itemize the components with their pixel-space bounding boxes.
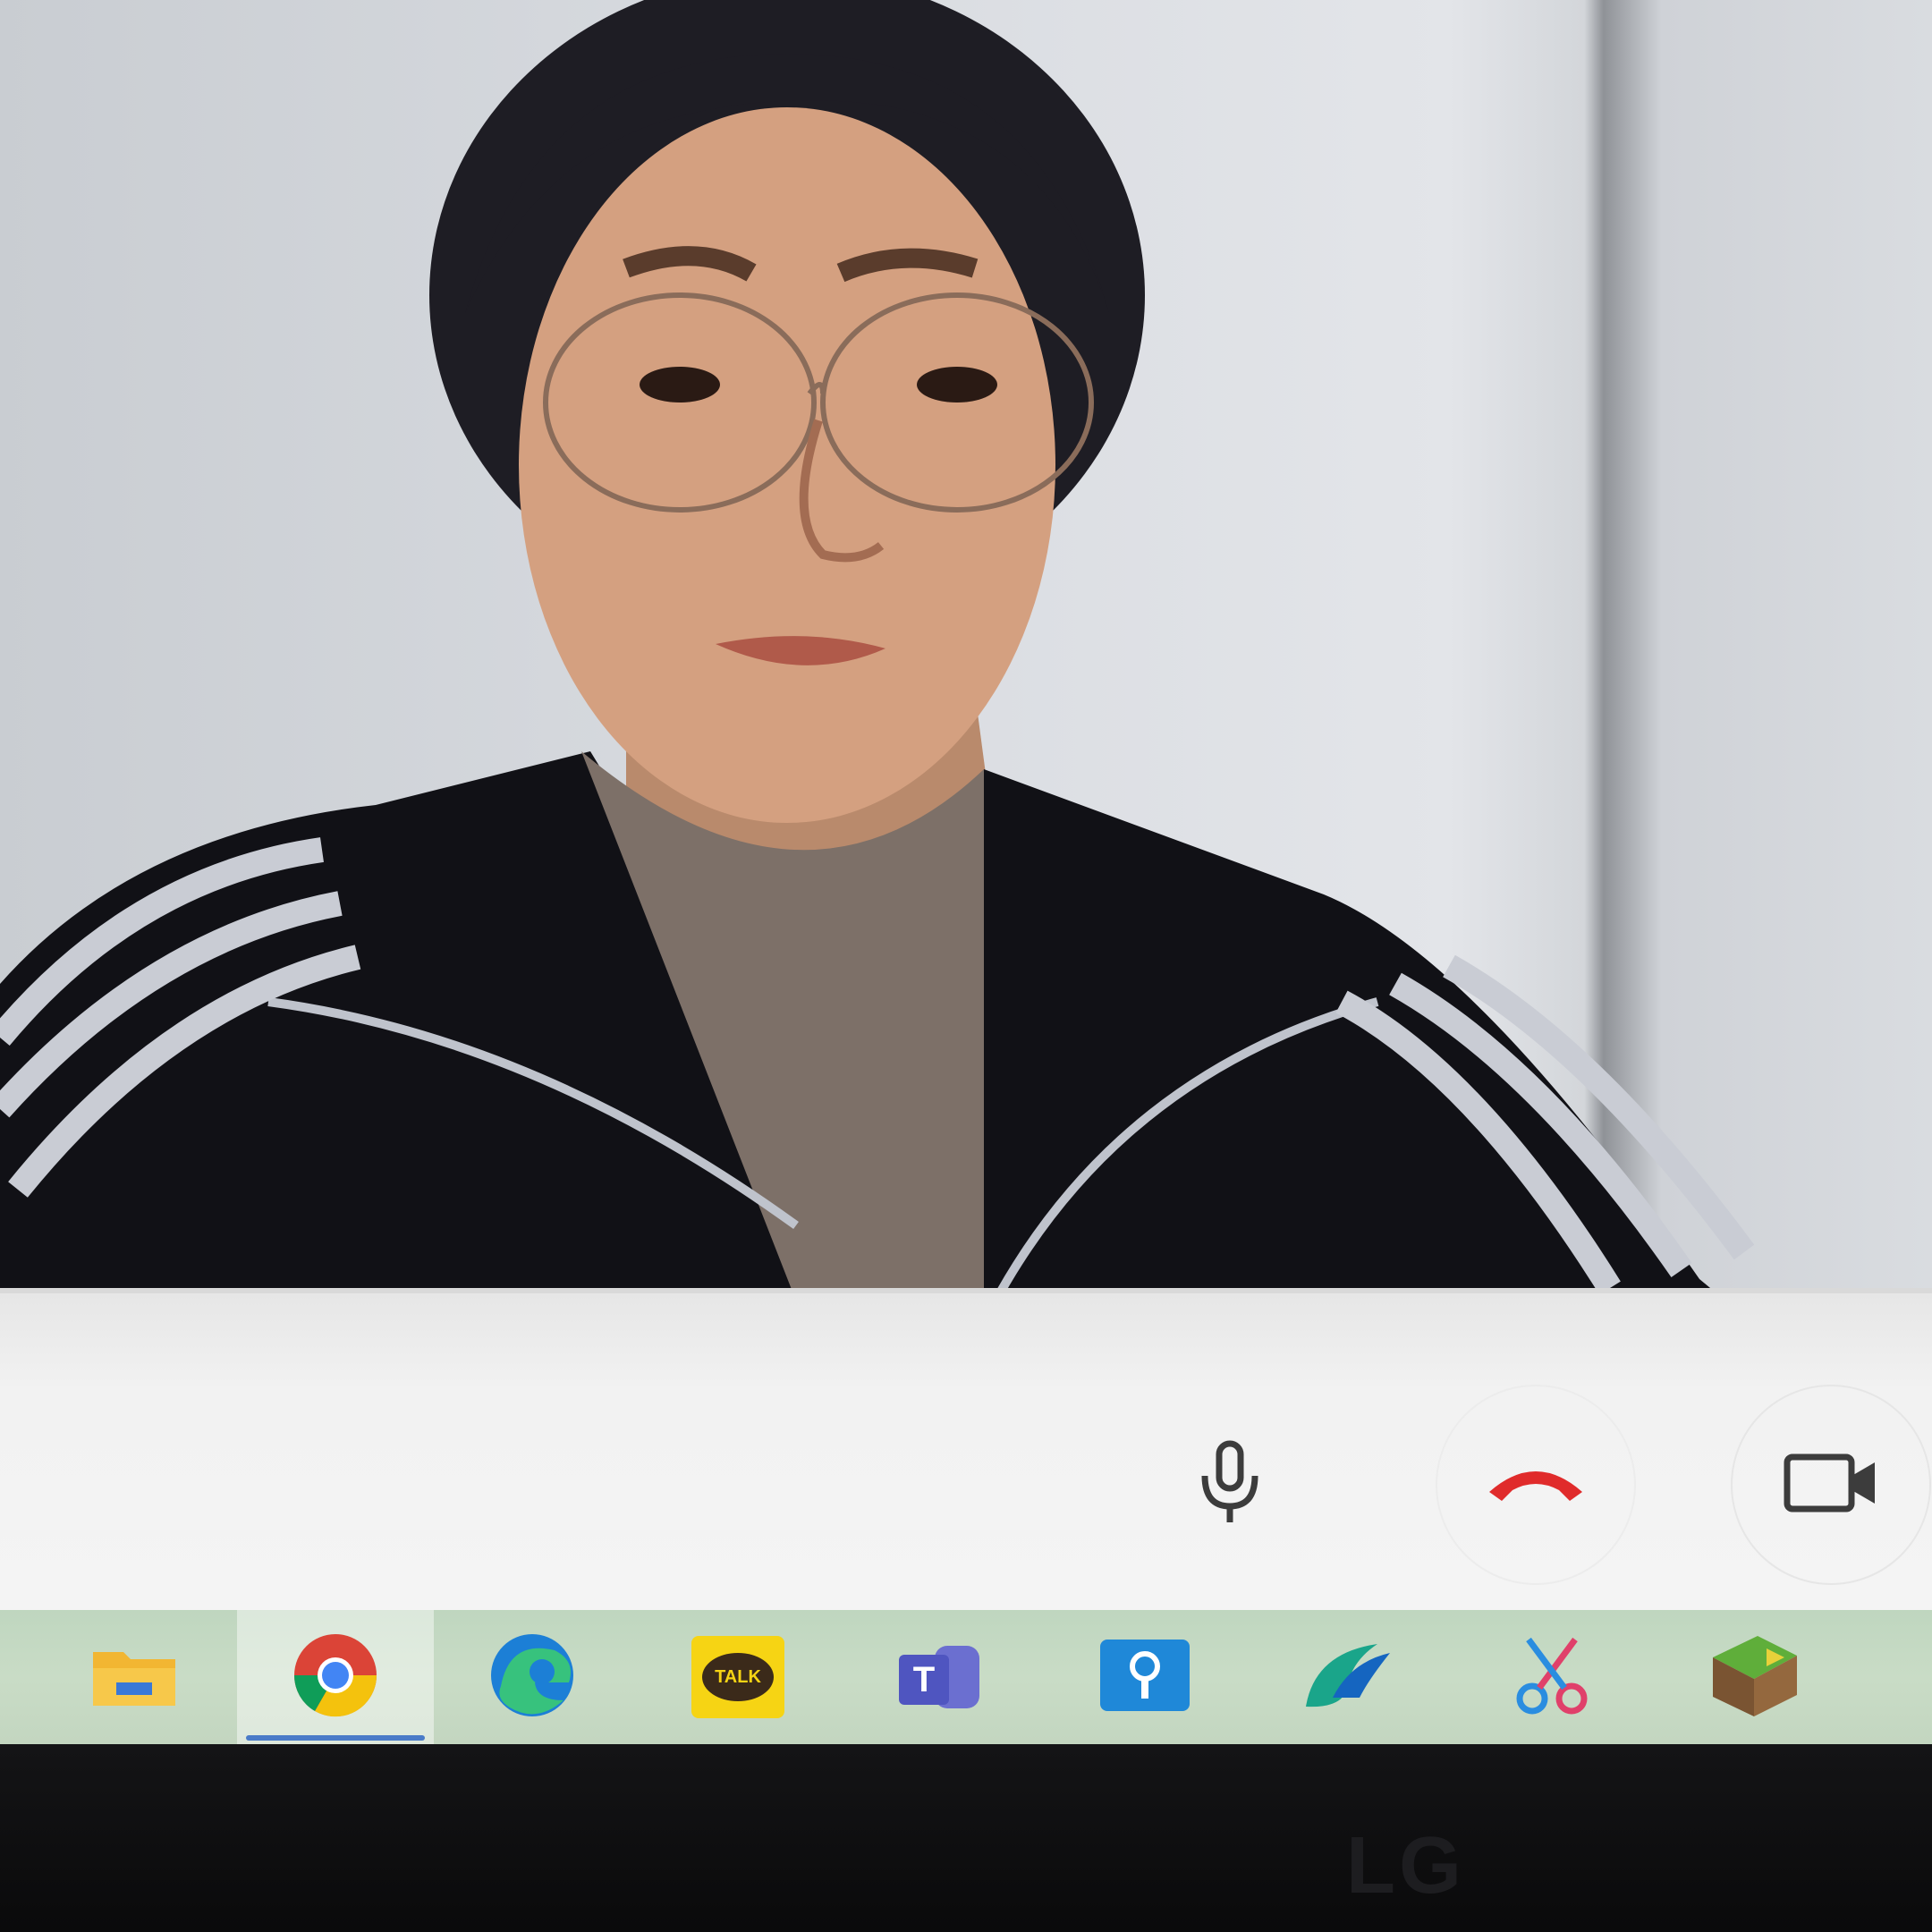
taskbar-file-explorer[interactable] [36, 1610, 233, 1744]
microphone-icon [1194, 1436, 1266, 1530]
teams-label: T [899, 1655, 949, 1705]
scissors-icon [1507, 1631, 1597, 1724]
monitor-brand-logo: LG [1346, 1821, 1465, 1911]
monitor-bezel [0, 1744, 1932, 1932]
folder-icon [89, 1640, 179, 1716]
active-app-indicator [246, 1735, 425, 1741]
chrome-icon [291, 1631, 380, 1724]
taskbar-teams[interactable]: T [841, 1610, 1038, 1744]
video-feed [0, 0, 1932, 1324]
video-camera-icon [1782, 1452, 1880, 1519]
taskbar-snipping-tool[interactable] [1453, 1610, 1650, 1744]
toggle-camera-button[interactable] [1731, 1385, 1931, 1585]
taskbar-edge[interactable] [434, 1610, 631, 1744]
swirl-icon [1297, 1635, 1395, 1720]
edge-icon [483, 1631, 581, 1724]
taskbar-minecraft[interactable] [1655, 1610, 1852, 1744]
mute-microphone-button[interactable] [1131, 1385, 1328, 1581]
participant-video [0, 0, 1755, 1324]
blue-app-icon [1098, 1638, 1191, 1717]
windows-taskbar: TALK T [0, 1610, 1932, 1744]
taskbar-blue-app[interactable] [1046, 1610, 1243, 1744]
taskbar-swirl-app[interactable] [1248, 1610, 1445, 1744]
kakaotalk-icon: TALK [691, 1636, 784, 1718]
hang-up-icon [1482, 1456, 1589, 1514]
teams-icon: T [890, 1637, 988, 1717]
taskbar-chrome[interactable] [237, 1610, 434, 1744]
end-call-button[interactable] [1436, 1385, 1636, 1585]
call-control-bar [0, 1288, 1932, 1620]
taskbar-kakaotalk[interactable]: TALK [640, 1610, 836, 1744]
minecraft-icon [1704, 1631, 1802, 1724]
kakaotalk-label: TALK [702, 1653, 774, 1701]
